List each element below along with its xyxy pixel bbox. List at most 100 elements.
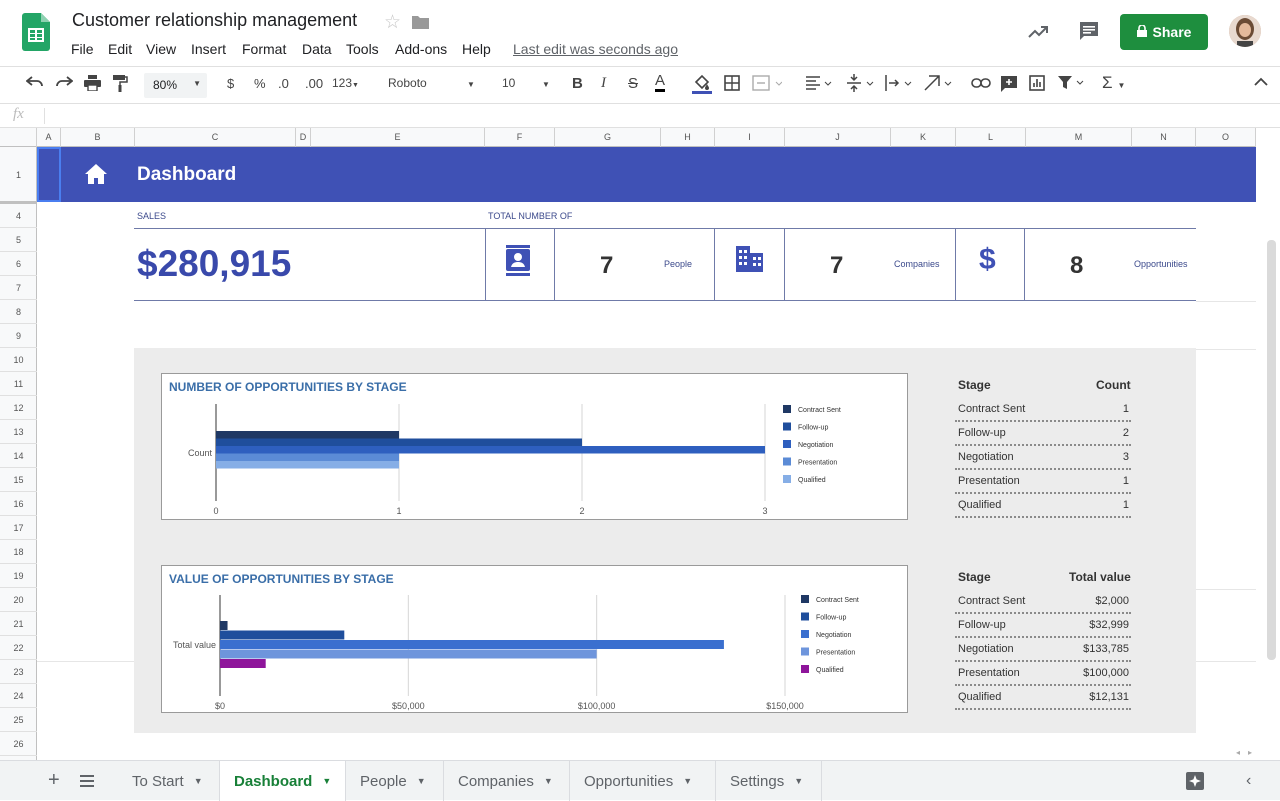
text-wrap-icon[interactable] (885, 74, 913, 95)
explore-icon[interactable] (1185, 771, 1205, 796)
comment-icon[interactable] (1078, 20, 1100, 47)
scroll-left-icon[interactable]: ◂ (1236, 748, 1240, 757)
row-header[interactable]: 10 (0, 348, 37, 372)
column-header-l[interactable]: L (956, 128, 1026, 147)
add-sheet-icon[interactable]: + (48, 769, 60, 792)
row-header[interactable]: 7 (0, 276, 37, 300)
row-header[interactable]: 6 (0, 252, 37, 276)
undo-icon[interactable] (25, 74, 44, 93)
column-header-j[interactable]: J (785, 128, 891, 147)
row-header[interactable]: 23 (0, 660, 37, 684)
row-header[interactable]: 25 (0, 708, 37, 732)
menu-help[interactable]: Help (462, 41, 491, 57)
row-header[interactable]: 19 (0, 564, 37, 588)
formula-bar[interactable]: fx (0, 104, 1280, 128)
row-header[interactable]: 15 (0, 468, 37, 492)
row-header[interactable]: 14 (0, 444, 37, 468)
text-color-button[interactable]: A (655, 73, 666, 92)
collapse-side-panel-icon[interactable]: ‹ (1246, 772, 1251, 790)
row-header[interactable]: 12 (0, 396, 37, 420)
row-header[interactable]: 17 (0, 516, 37, 540)
menu-file[interactable]: File (71, 41, 94, 57)
row-header[interactable]: 1 (0, 147, 37, 204)
folder-icon[interactable] (412, 15, 429, 29)
zoom-select[interactable]: 80% ▼ (144, 73, 207, 98)
sheet-tab-settings[interactable]: Settings ▼ (716, 761, 822, 801)
row-header[interactable]: 11 (0, 372, 37, 396)
row-header[interactable]: 8 (0, 300, 37, 324)
filter-icon[interactable] (1057, 75, 1085, 94)
sheet-tab-to-start[interactable]: To Start ▼ (118, 761, 220, 801)
activity-trend-icon[interactable] (1026, 20, 1050, 49)
selected-cell-a1[interactable] (37, 147, 61, 202)
merge-cells-icon[interactable] (752, 75, 783, 94)
print-icon[interactable] (84, 75, 101, 94)
column-header-n[interactable]: N (1132, 128, 1196, 147)
font-select[interactable]: Roboto (388, 76, 427, 90)
column-header-a[interactable]: A (37, 128, 61, 147)
functions-icon[interactable]: Σ ▼ (1102, 73, 1125, 93)
column-header-c[interactable]: C (135, 128, 296, 147)
strikethrough-button[interactable]: S (628, 75, 638, 92)
decrease-decimal-button[interactable]: .0 (278, 76, 289, 91)
menu-edit[interactable]: Edit (108, 41, 132, 57)
paint-format-icon[interactable] (113, 75, 128, 95)
column-header-i[interactable]: I (715, 128, 785, 147)
insert-link-icon[interactable] (971, 77, 991, 92)
row-header[interactable]: 13 (0, 420, 37, 444)
column-header-k[interactable]: K (891, 128, 956, 147)
row-header[interactable]: 16 (0, 492, 37, 516)
column-header-m[interactable]: M (1026, 128, 1132, 147)
last-edit-link[interactable]: Last edit was seconds ago (513, 41, 678, 57)
menu-tools[interactable]: Tools (346, 41, 379, 57)
italic-button[interactable]: I (601, 75, 606, 92)
currency-format-button[interactable]: $ (227, 76, 234, 91)
menu-insert[interactable]: Insert (191, 41, 226, 57)
menu-format[interactable]: Format (242, 41, 286, 57)
increase-decimal-button[interactable]: .00 (305, 76, 323, 91)
row-header[interactable]: 20 (0, 588, 37, 612)
chevron-down-icon[interactable]: ▼ (467, 80, 475, 89)
column-header-b[interactable]: B (61, 128, 135, 147)
all-sheets-icon[interactable] (80, 774, 94, 792)
sheet-tab-companies[interactable]: Companies ▼ (444, 761, 570, 801)
menu-addons[interactable]: Add-ons (395, 41, 447, 57)
share-button[interactable]: Share (1120, 14, 1208, 50)
sheets-logo-icon[interactable] (22, 13, 50, 51)
row-header[interactable]: 18 (0, 540, 37, 564)
user-avatar[interactable] (1229, 15, 1261, 47)
column-header-g[interactable]: G (555, 128, 661, 147)
row-header[interactable]: 22 (0, 636, 37, 660)
more-formats-button[interactable]: 123▼ (332, 76, 359, 90)
column-header-h[interactable]: H (661, 128, 715, 147)
select-all-corner[interactable] (0, 128, 37, 147)
row-header[interactable]: 21 (0, 612, 37, 636)
percent-format-button[interactable]: % (254, 76, 266, 91)
row-header[interactable]: 9 (0, 324, 37, 348)
insert-comment-icon[interactable] (1000, 75, 1018, 96)
column-header-o[interactable]: O (1196, 128, 1256, 147)
sheet-tab-opportunities[interactable]: Opportunities ▼ (570, 761, 716, 801)
insert-chart-icon[interactable] (1029, 75, 1045, 94)
vertical-align-icon[interactable] (847, 74, 875, 95)
scroll-right-icon[interactable]: ▸ (1248, 748, 1252, 757)
vertical-scrollbar[interactable] (1267, 240, 1276, 660)
menu-data[interactable]: Data (302, 41, 332, 57)
row-header[interactable]: 26 (0, 732, 37, 756)
row-header[interactable]: 24 (0, 684, 37, 708)
bold-button[interactable]: B (572, 75, 583, 92)
fill-color-icon[interactable] (692, 74, 712, 97)
align-left-icon[interactable] (806, 76, 832, 93)
document-title[interactable]: Customer relationship management (72, 10, 357, 31)
column-header-e[interactable]: E (311, 128, 485, 147)
column-header-d[interactable]: D (296, 128, 311, 147)
sheet-tab-dashboard[interactable]: Dashboard ▼ (220, 761, 346, 801)
chevron-down-icon[interactable]: ▼ (542, 80, 550, 89)
font-size-select[interactable]: 10 (502, 76, 515, 90)
borders-icon[interactable] (724, 75, 740, 94)
row-header[interactable]: 5 (0, 228, 37, 252)
text-rotation-icon[interactable] (924, 75, 954, 94)
menu-view[interactable]: View (146, 41, 176, 57)
sheet-tab-people[interactable]: People ▼ (346, 761, 444, 801)
redo-icon[interactable] (55, 74, 74, 93)
